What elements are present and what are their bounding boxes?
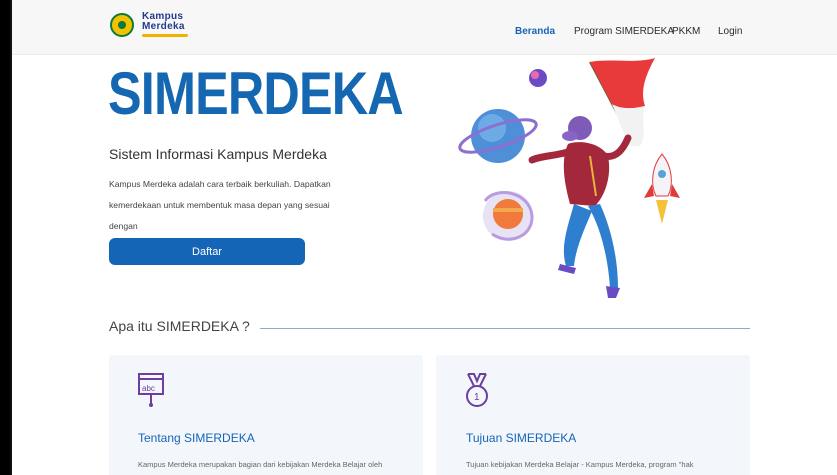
card-title: Tentang SIMERDEKA — [138, 431, 255, 445]
nav-program-simerdeka[interactable]: Program SIMERDEKA — [574, 26, 674, 37]
card-title: Tujuan SIMERDEKA — [466, 431, 577, 445]
kampus-merdeka-logo[interactable]: Kampus Merdeka — [110, 12, 188, 37]
svg-text:1: 1 — [474, 392, 480, 403]
rocket-icon — [644, 153, 680, 224]
svg-text:abc: abc — [142, 384, 155, 393]
hero-description-line: kemerdekaan untuk membentuk masa depan y… — [109, 200, 330, 231]
daftar-button[interactable]: Daftar — [109, 238, 305, 265]
logo-underline — [142, 34, 188, 37]
astronaut-character-icon — [528, 116, 632, 298]
section-divider — [260, 328, 750, 329]
hero-subtitle: Sistem Informasi Kampus Merdeka — [109, 146, 327, 162]
card-text: Kampus Merdeka merupakan bagian dari keb… — [138, 460, 383, 469]
nav-login[interactable]: Login — [718, 26, 742, 37]
hero-description-line: Kampus Merdeka adalah cara terbaik berku… — [109, 179, 331, 189]
university-emblem-icon — [110, 12, 134, 37]
hero-illustration — [458, 58, 680, 298]
nav-beranda[interactable]: Beranda — [515, 26, 555, 37]
navbar: Kampus Merdeka Beranda Program SIMERDEKA… — [12, 0, 837, 55]
orange-planet-icon — [483, 191, 534, 241]
section-title: Apa itu SIMERDEKA ? — [109, 318, 250, 334]
logo-text-line2: Merdeka — [142, 21, 185, 32]
red-white-flag-icon — [589, 58, 655, 147]
blue-planet-icon — [458, 109, 538, 163]
card-text: Tujuan kebijakan Merdeka Belajar - Kampu… — [466, 460, 694, 469]
card-tentang-simerdeka: abc Tentang SIMERDEKA Kampus Merdeka mer… — [109, 355, 423, 475]
small-planet-icon — [529, 69, 547, 87]
nav-pkkm[interactable]: PKKM — [672, 26, 700, 37]
hero-title: SIMERDEKA — [108, 60, 404, 127]
medal-icon: 1 — [466, 373, 488, 407]
browser-viewport: Kampus Merdeka Beranda Program SIMERDEKA… — [10, 0, 837, 475]
card-tujuan-simerdeka: 1 Tujuan SIMERDEKA Tujuan kebijakan Merd… — [436, 355, 750, 475]
whiteboard-abc-icon: abc — [138, 373, 164, 407]
